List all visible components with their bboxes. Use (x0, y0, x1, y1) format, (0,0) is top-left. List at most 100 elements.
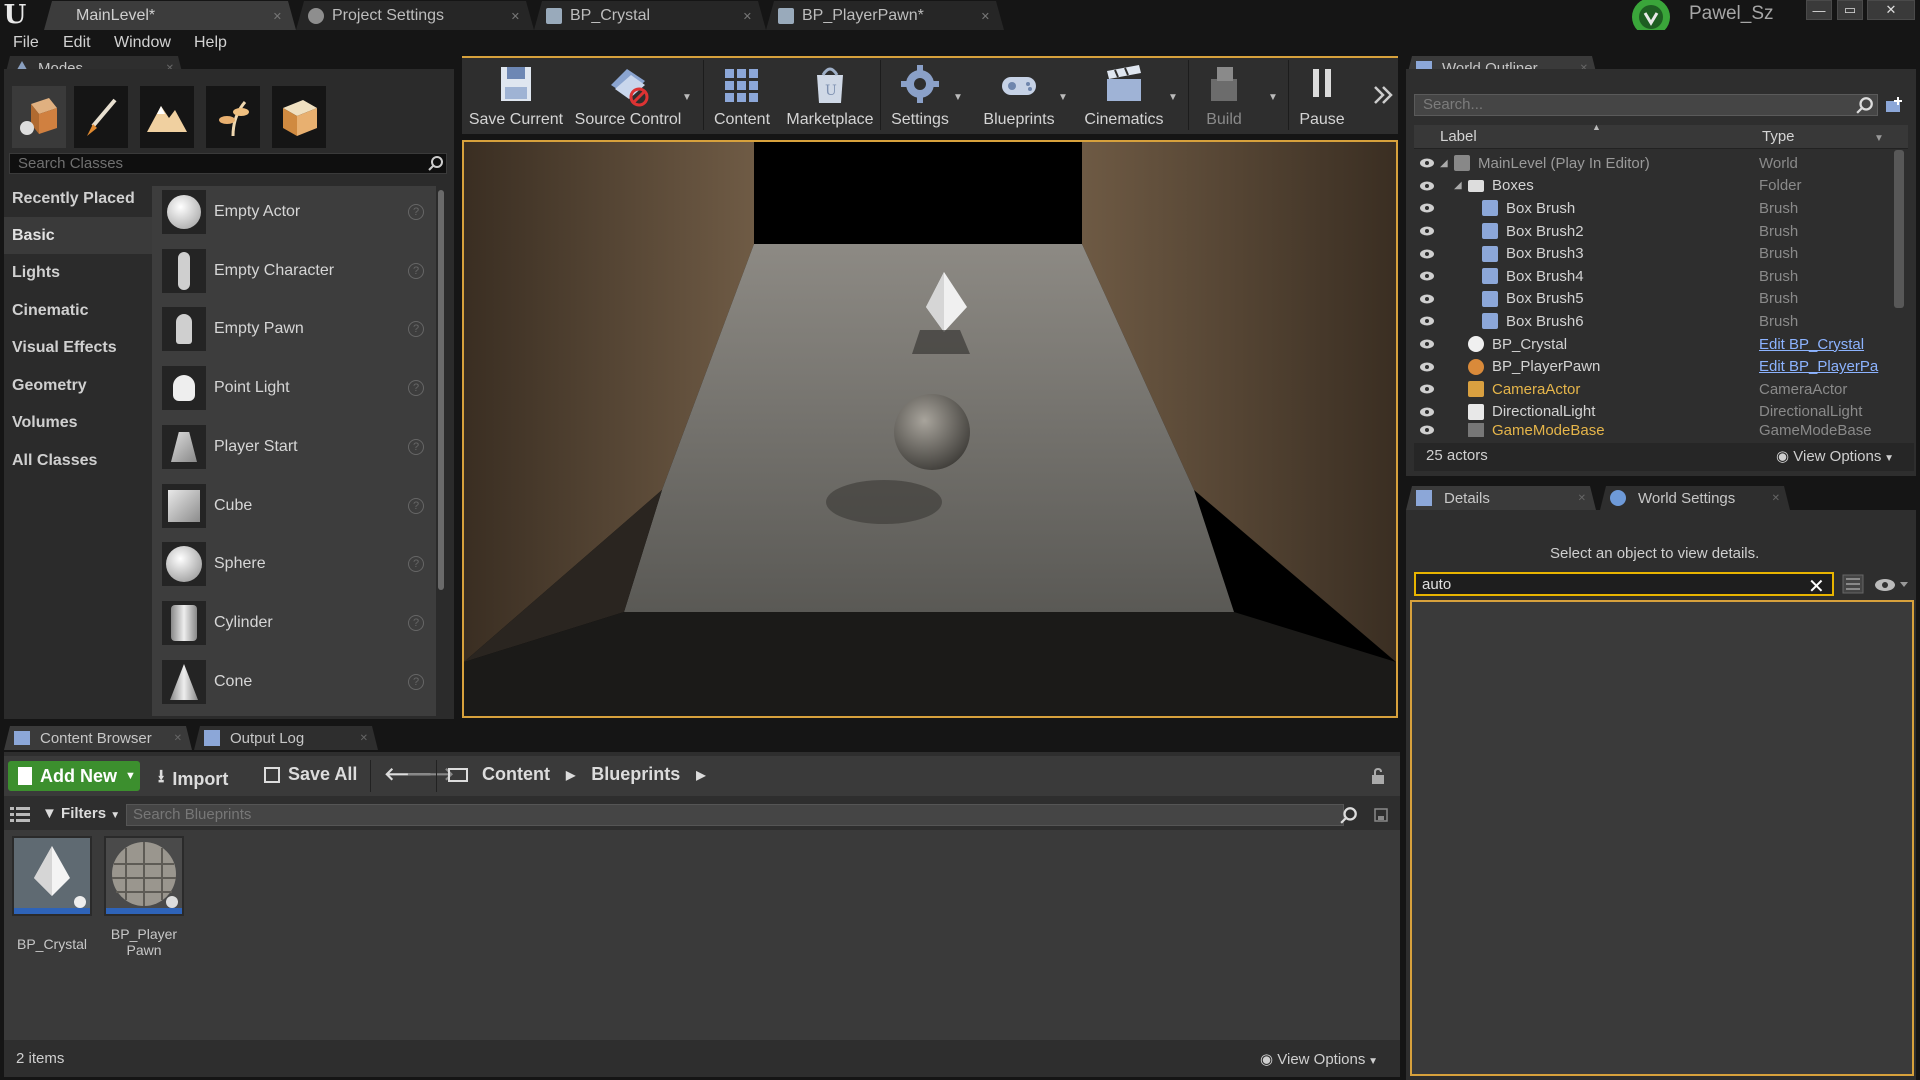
outliner-row[interactable]: BP_PlayerPawn Edit BP_PlayerPa (1414, 355, 1894, 378)
pause-button[interactable]: Pause (1296, 58, 1348, 132)
search-blueprints-input[interactable]: Search Blueprints (126, 804, 1344, 826)
source-control-dropdown-icon[interactable]: ▼ (682, 92, 692, 103)
outliner-row[interactable]: GameModeBase GameModeBase (1414, 423, 1894, 438)
category-geometry[interactable]: Geometry (4, 367, 152, 404)
class-item-sphere[interactable]: Sphere ? (152, 535, 436, 593)
visibility-eye-icon[interactable] (1419, 203, 1435, 213)
save-all-button[interactable]: Save All (264, 764, 357, 785)
category-visual-effects[interactable]: Visual Effects (4, 329, 152, 366)
menu-help[interactable]: Help (194, 34, 227, 52)
help-icon[interactable]: ? (408, 263, 424, 279)
outliner-row[interactable]: ◢ Boxes Folder (1414, 175, 1894, 198)
visibility-eye-icon[interactable] (1419, 384, 1435, 394)
toolbar-overflow-chevron-icon[interactable] (1372, 84, 1394, 106)
breadcrumb-blueprints[interactable]: Blueprints (591, 764, 680, 785)
help-icon[interactable]: ? (408, 204, 424, 220)
minimize-button[interactable]: — (1806, 0, 1832, 20)
visibility-filter-icon[interactable] (1874, 578, 1908, 592)
cinematics-dropdown-icon[interactable]: ▼ (1168, 92, 1178, 103)
add-new-button[interactable]: Add New ▼ (8, 761, 140, 791)
column-label-header[interactable]: Label (1440, 128, 1477, 145)
search-icon[interactable] (1340, 806, 1358, 824)
visibility-eye-icon[interactable] (1419, 249, 1435, 259)
search-classes-input[interactable]: Search Classes (9, 153, 447, 174)
visibility-eye-icon[interactable] (1419, 181, 1435, 191)
class-item-empty-actor[interactable]: Empty Actor ? (152, 183, 436, 241)
edit-blueprint-link[interactable]: Edit BP_Crystal (1759, 336, 1864, 353)
tab-mainlevel[interactable]: MainLevel* ✕ (44, 1, 296, 30)
visibility-eye-icon[interactable] (1419, 226, 1435, 236)
tab-details[interactable]: Details ✕ (1406, 486, 1596, 510)
close-button[interactable]: ✕ (1867, 0, 1915, 20)
create-folder-icon[interactable] (1884, 96, 1904, 114)
foliage-mode-button[interactable] (206, 86, 260, 148)
category-all-classes[interactable]: All Classes (4, 442, 152, 479)
place-mode-button[interactable] (12, 86, 66, 148)
marketplace-button[interactable]: U Marketplace (780, 58, 880, 132)
build-button[interactable]: Build (1192, 58, 1256, 132)
class-list-scrollbar[interactable] (436, 186, 446, 716)
paint-mode-button[interactable] (74, 86, 128, 148)
save-current-button[interactable]: Save Current (466, 58, 566, 132)
close-icon[interactable]: ✕ (981, 10, 990, 23)
category-volumes[interactable]: Volumes (4, 404, 152, 441)
help-icon[interactable]: ? (408, 674, 424, 690)
asset-thumbnail-bp-crystal[interactable] (12, 836, 92, 916)
tab-output-log[interactable]: Output Log ✕ (194, 726, 378, 750)
category-basic[interactable]: Basic (4, 217, 152, 254)
class-item-cube[interactable]: Cube ? (152, 477, 436, 535)
category-lights[interactable]: Lights (4, 254, 152, 291)
view-options-button[interactable]: ◉ View Options ▼ (1776, 447, 1894, 465)
chevron-right-icon[interactable]: ▶ (696, 768, 705, 782)
class-item-point-light[interactable]: Point Light ? (152, 359, 436, 417)
content-button[interactable]: Content (706, 58, 778, 132)
import-button[interactable]: ⭳ Import (158, 764, 228, 794)
view-options-button[interactable]: ◉ View Options ▼ (1260, 1050, 1378, 1068)
outliner-row[interactable]: Box Brush5 Brush (1414, 288, 1894, 311)
user-name[interactable]: Pawel_Sz (1689, 3, 1774, 25)
tab-content-browser[interactable]: Content Browser ✕ (4, 726, 192, 750)
menu-file[interactable]: File (13, 34, 39, 52)
filters-button[interactable]: ▼ Filters ▼ (42, 805, 120, 822)
asset-thumbnail-bp-playerpawn[interactable] (104, 836, 184, 916)
close-icon[interactable]: ✕ (273, 10, 282, 23)
outliner-row[interactable]: ◢ MainLevel (Play In Editor) World (1414, 152, 1894, 175)
search-icon[interactable] (428, 155, 444, 171)
build-dropdown-icon[interactable]: ▼ (1268, 92, 1278, 103)
search-icon[interactable] (1856, 96, 1874, 114)
close-icon[interactable]: ✕ (1578, 493, 1586, 504)
property-matrix-icon[interactable] (1842, 574, 1864, 594)
category-recently-placed[interactable]: Recently Placed (4, 180, 152, 217)
visibility-eye-icon[interactable] (1419, 294, 1435, 304)
settings-button[interactable]: Settings (884, 58, 956, 132)
outliner-scrollbar[interactable] (1894, 150, 1904, 308)
menu-window[interactable]: Window (114, 34, 171, 52)
outliner-row[interactable]: DirectionalLight DirectionalLight (1414, 401, 1894, 424)
visibility-eye-icon[interactable] (1419, 425, 1435, 435)
help-icon[interactable]: ? (408, 439, 424, 455)
class-item-empty-pawn[interactable]: Empty Pawn ? (152, 300, 436, 358)
outliner-search-input[interactable]: Search... (1414, 94, 1878, 116)
blueprints-button[interactable]: Blueprints (976, 58, 1062, 132)
visibility-eye-icon[interactable] (1419, 158, 1435, 168)
column-type-header[interactable]: Type (1762, 128, 1795, 145)
outliner-row[interactable]: Box Brush6 Brush (1414, 310, 1894, 333)
class-item-cone[interactable]: Cone ? (152, 653, 436, 711)
class-item-empty-character[interactable]: Empty Character ? (152, 242, 436, 300)
landscape-mode-button[interactable] (140, 86, 194, 148)
help-icon[interactable]: ? (408, 615, 424, 631)
category-cinematic[interactable]: Cinematic (4, 292, 152, 329)
clear-search-icon[interactable]: ✕ (1808, 574, 1825, 599)
source-control-button[interactable]: Source Control (570, 58, 686, 132)
class-item-player-start[interactable]: Player Start ? (152, 418, 436, 476)
save-search-icon[interactable] (1374, 808, 1388, 822)
outliner-row[interactable]: Box Brush2 Brush (1414, 220, 1894, 243)
help-icon[interactable]: ? (408, 321, 424, 337)
details-search-input[interactable]: auto (1414, 572, 1834, 596)
visibility-eye-icon[interactable] (1419, 362, 1435, 372)
tab-project-settings[interactable]: Project Settings ✕ (296, 1, 534, 30)
level-viewport[interactable] (462, 140, 1398, 718)
breadcrumb-content[interactable]: Content (482, 764, 550, 785)
close-icon[interactable]: ✕ (174, 733, 182, 744)
column-dropdown-icon[interactable]: ▼ (1874, 133, 1884, 144)
